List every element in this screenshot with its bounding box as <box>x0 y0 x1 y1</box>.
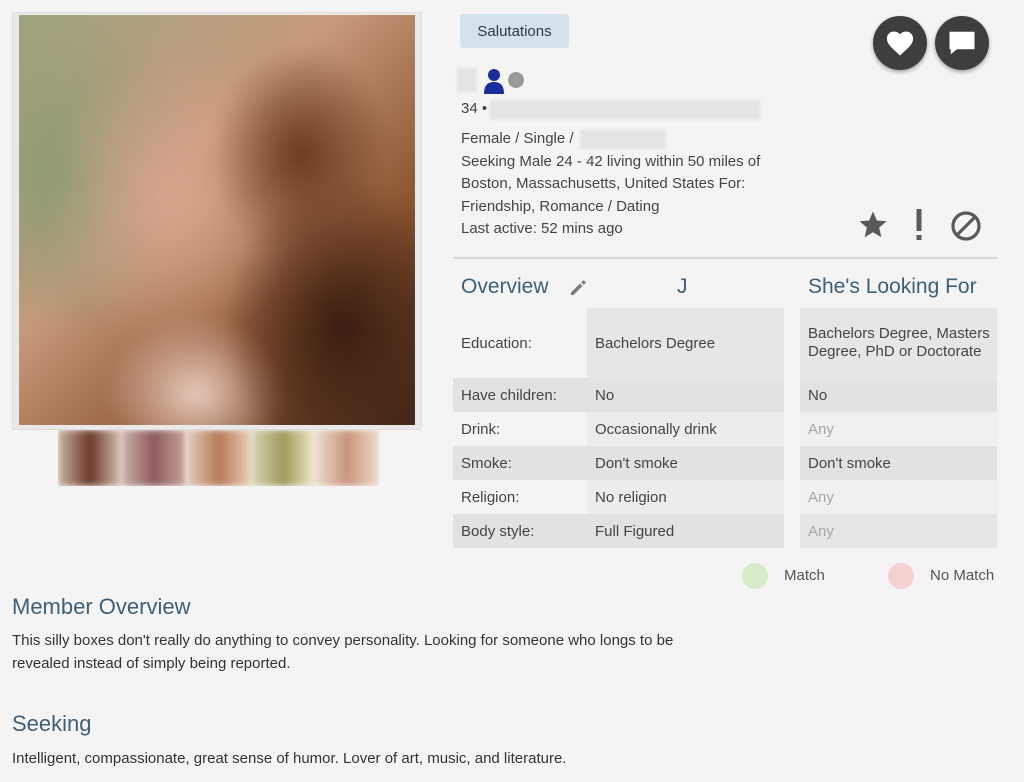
redacted-location <box>490 100 760 120</box>
thumbnail[interactable] <box>250 430 315 486</box>
heart-icon <box>886 31 914 56</box>
thumbnail[interactable] <box>186 430 251 486</box>
seeking-line-2: Boston, Massachusetts, United States For… <box>461 175 746 192</box>
divider <box>453 257 997 259</box>
row-label: Smoke: <box>453 446 587 480</box>
row-value: Don't smoke <box>587 446 784 480</box>
row-label: Body style: <box>453 514 587 548</box>
row-label: Religion: <box>453 480 587 514</box>
overview-title: Overview <box>461 275 549 298</box>
row-looking-for: Any <box>800 514 997 548</box>
row-label: Have children: <box>453 378 587 412</box>
redacted-name <box>457 68 477 92</box>
last-active-text: Last active: 52 mins ago <box>461 220 623 237</box>
age-text: 34 • <box>461 100 488 117</box>
seeking-title: Seeking <box>12 711 92 736</box>
thumbnail[interactable] <box>314 430 379 486</box>
row-label: Education: <box>453 308 587 378</box>
photo-thumbnails <box>58 430 379 486</box>
table-row: Education: Bachelors Degree Bachelors De… <box>453 308 997 378</box>
table-row: Drink: Occasionally drink Any <box>453 412 997 446</box>
match-legend-dot <box>742 563 768 589</box>
table-row: Have children: No No <box>453 378 997 412</box>
gender-status-text: Female / Single / <box>461 130 574 147</box>
member-initial: J <box>677 275 688 298</box>
table-row: Body style: Full Figured Any <box>453 514 997 548</box>
redacted-detail <box>580 130 666 149</box>
looking-for-title: She's Looking For <box>808 275 977 298</box>
row-looking-for: Any <box>800 480 997 514</box>
member-overview-line-1: This silly boxes don't really do anythin… <box>12 632 674 649</box>
member-overview-title: Member Overview <box>12 594 191 619</box>
thumbnail[interactable] <box>58 430 123 486</box>
exclamation-icon[interactable] <box>910 208 928 242</box>
row-value: Full Figured <box>587 514 784 548</box>
row-value: No religion <box>587 480 784 514</box>
user-icon <box>483 68 505 94</box>
online-status-icon <box>508 72 524 88</box>
row-value: Bachelors Degree <box>587 308 784 378</box>
row-label: Drink: <box>453 412 587 446</box>
thumbnail[interactable] <box>122 430 187 486</box>
seeking-text: Intelligent, compassionate, great sense … <box>12 750 567 767</box>
row-value: No <box>587 378 784 412</box>
chat-icon <box>949 31 975 55</box>
table-row: Smoke: Don't smoke Don't smoke <box>453 446 997 480</box>
pencil-icon[interactable] <box>568 278 588 298</box>
block-icon[interactable] <box>949 209 983 243</box>
seeking-line-1: Seeking Male 24 - 42 living within 50 mi… <box>461 153 761 170</box>
no-match-legend-label: No Match <box>930 567 995 584</box>
seeking-line-3: Friendship, Romance / Dating <box>461 198 660 215</box>
main-photo[interactable] <box>12 12 422 430</box>
favorite-button[interactable] <box>873 16 927 70</box>
row-looking-for: Bachelors Degree, Masters Degree, PhD or… <box>800 308 997 378</box>
no-match-legend-dot <box>888 563 914 589</box>
message-button[interactable] <box>935 16 989 70</box>
table-row: Religion: No religion Any <box>453 480 997 514</box>
row-looking-for: Any <box>800 412 997 446</box>
row-looking-for: No <box>800 378 997 412</box>
star-icon[interactable] <box>857 209 889 241</box>
row-value: Occasionally drink <box>587 412 784 446</box>
salutations-badge[interactable]: Salutations <box>460 14 569 48</box>
match-legend-label: Match <box>784 567 825 584</box>
member-overview-line-2: revealed instead of simply being reporte… <box>12 655 291 672</box>
row-looking-for: Don't smoke <box>800 446 997 480</box>
